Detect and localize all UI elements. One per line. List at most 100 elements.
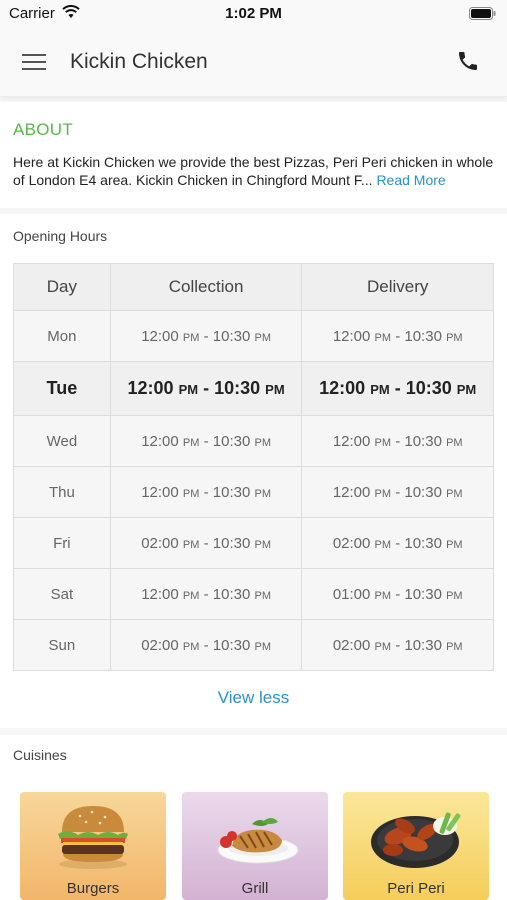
hours-row-sun: Sun 02:00 PM - 10:30 PM 02:00 PM - 10:30 P… [13,619,494,671]
burger-icon [58,806,128,869]
delivery-close: 10:30 [404,327,442,345]
delivery-close-ampm: PM [446,589,463,602]
collection-hours-cell: 12:00 PM - 10:30 PM [109,415,303,467]
delivery-hours-cell: 12:00 PM - 10:30 PM [301,415,494,467]
collection-close: 10:30 [212,636,251,654]
chicken-wings-icon [371,812,461,868]
cuisine-card-burgers[interactable]: Burgers [20,792,166,900]
view-less-link[interactable]: View less [0,688,507,708]
column-header-day: Day [13,263,111,311]
delivery-open: 01:00 [332,585,371,603]
delivery-close: 10:30 [404,483,442,501]
about-description: Here at Kickin Chicken we provide the be… [13,153,497,189]
delivery-open-ampm: PM [374,538,392,551]
collection-open-ampm: PM [182,487,200,500]
delivery-open: 12:00 [332,327,371,345]
delivery-close: 10:30 [404,432,442,450]
delivery-close: 10:30 [404,534,442,552]
collection-close-ampm: PM [265,382,285,397]
collection-hours-cell: 02:00 PM - 10:30 PM [109,619,303,671]
delivery-open: 02:00 [332,534,371,552]
collection-hours-cell: 12:00 PM - 10:30 PM [109,568,303,620]
delivery-open-ampm: PM [370,382,390,397]
collection-open: 12:00 [141,327,179,345]
delivery-open: 02:00 [332,636,371,654]
collection-open-ampm: PM [182,640,200,653]
battery-icon [469,7,496,20]
phone-icon[interactable] [456,49,480,73]
collection-close: 10:30 [212,534,251,552]
opening-hours-section: Opening Hours Day Collection Delivery Mo… [0,214,507,728]
collection-close-ampm: PM [254,538,271,551]
delivery-open-ampm: PM [374,589,392,602]
day-cell: Wed [13,415,111,467]
about-heading: ABOUT [13,120,74,139]
delivery-hours-cell: 02:00 PM - 10:30 PM [301,517,494,569]
hamburger-menu-icon[interactable] [22,51,48,73]
delivery-hours-cell: 12:00 PM - 10:30 PM [301,466,494,518]
day-cell: Fri [13,517,111,569]
navigation-bar: Kickin Chicken [0,30,507,97]
collection-open-ampm: PM [182,538,200,551]
delivery-open: 12:00 [332,483,371,501]
collection-close: 10:30 [214,378,261,398]
read-more-link[interactable]: Read More [376,172,445,188]
day-cell: Sat [13,568,111,620]
delivery-open-ampm: PM [374,331,392,344]
cuisines-section: Cuisines Burgers Grill Peri Peri [0,735,507,900]
delivery-close-ampm: PM [446,538,463,551]
collection-close-ampm: PM [254,487,271,500]
hours-row-mon: Mon 12:00 PM - 10:30 PM 12:00 PM - 10:30 P… [13,310,494,362]
collection-close-ampm: PM [254,331,271,344]
cuisine-label: Burgers [66,880,120,897]
opening-hours-table: Day Collection Delivery Mon 12:00 PM - 10… [13,263,494,671]
delivery-hours-cell: 01:00 PM - 10:30 PM [301,568,494,620]
collection-hours-cell: 12:00 PM - 10:30 PM [109,361,303,416]
collection-open-ampm: PM [182,589,200,602]
cuisine-card-grill[interactable]: Grill [182,792,328,900]
delivery-close-ampm: PM [446,487,463,500]
cuisine-card-peri-peri[interactable]: Peri Peri [343,792,489,900]
day-cell: Sun [13,619,111,671]
delivery-close: 10:30 [404,636,442,654]
delivery-hours-cell: 12:00 PM - 10:30 PM [301,310,494,362]
collection-close-ampm: PM [254,589,271,602]
collection-hours-cell: 12:00 PM - 10:30 PM [109,310,303,362]
delivery-open-ampm: PM [374,436,392,449]
delivery-open: 12:00 [332,432,371,450]
delivery-hours-cell: 12:00 PM - 10:30 PM [301,361,494,416]
day-cell: Mon [13,310,111,362]
delivery-close: 10:30 [405,378,452,398]
opening-hours-heading: Opening Hours [13,228,108,244]
collection-close-ampm: PM [254,436,271,449]
collection-close: 10:30 [212,483,251,501]
collection-hours-cell: 02:00 PM - 10:30 PM [109,517,303,569]
collection-open: 12:00 [141,432,179,450]
status-time: 1:02 PM [225,5,282,22]
hours-row-tue: Tue 12:00 PM - 10:30 PM 12:00 PM - 10:30 P… [13,361,494,416]
delivery-close: 10:30 [404,585,442,603]
column-header-delivery: Delivery [301,263,494,311]
collection-open: 12:00 [127,378,174,398]
collection-open-ampm: PM [178,382,199,397]
cuisines-heading: Cuisines [13,747,67,763]
cuisine-label: Peri Peri [387,880,445,897]
collection-close: 10:30 [212,327,251,345]
delivery-close-ampm: PM [446,331,463,344]
collection-hours-cell: 12:00 PM - 10:30 PM [109,466,303,518]
page-title: Kickin Chicken [70,50,208,73]
collection-open-ampm: PM [182,331,200,344]
delivery-hours-cell: 02:00 PM - 10:30 PM [301,619,494,671]
hours-row-sat: Sat 12:00 PM - 10:30 PM 01:00 PM - 10:30 P… [13,568,494,620]
hours-row-fri: Fri 02:00 PM - 10:30 PM 02:00 PM - 10:30 P… [13,517,494,569]
collection-close-ampm: PM [254,640,271,653]
hours-row-wed: Wed 12:00 PM - 10:30 PM 12:00 PM - 10:30 P… [13,415,494,467]
cuisine-label: Grill [241,880,269,897]
day-cell: Tue [13,361,111,416]
column-header-collection: Collection [109,263,303,311]
collection-open: 02:00 [141,534,179,552]
status-bar: Carrier 1:02 PM [0,0,507,30]
delivery-open-ampm: PM [374,487,392,500]
hours-row-thu: Thu 12:00 PM - 10:30 PM 12:00 PM - 10:30 P… [13,466,494,518]
collection-close: 10:30 [212,432,251,450]
